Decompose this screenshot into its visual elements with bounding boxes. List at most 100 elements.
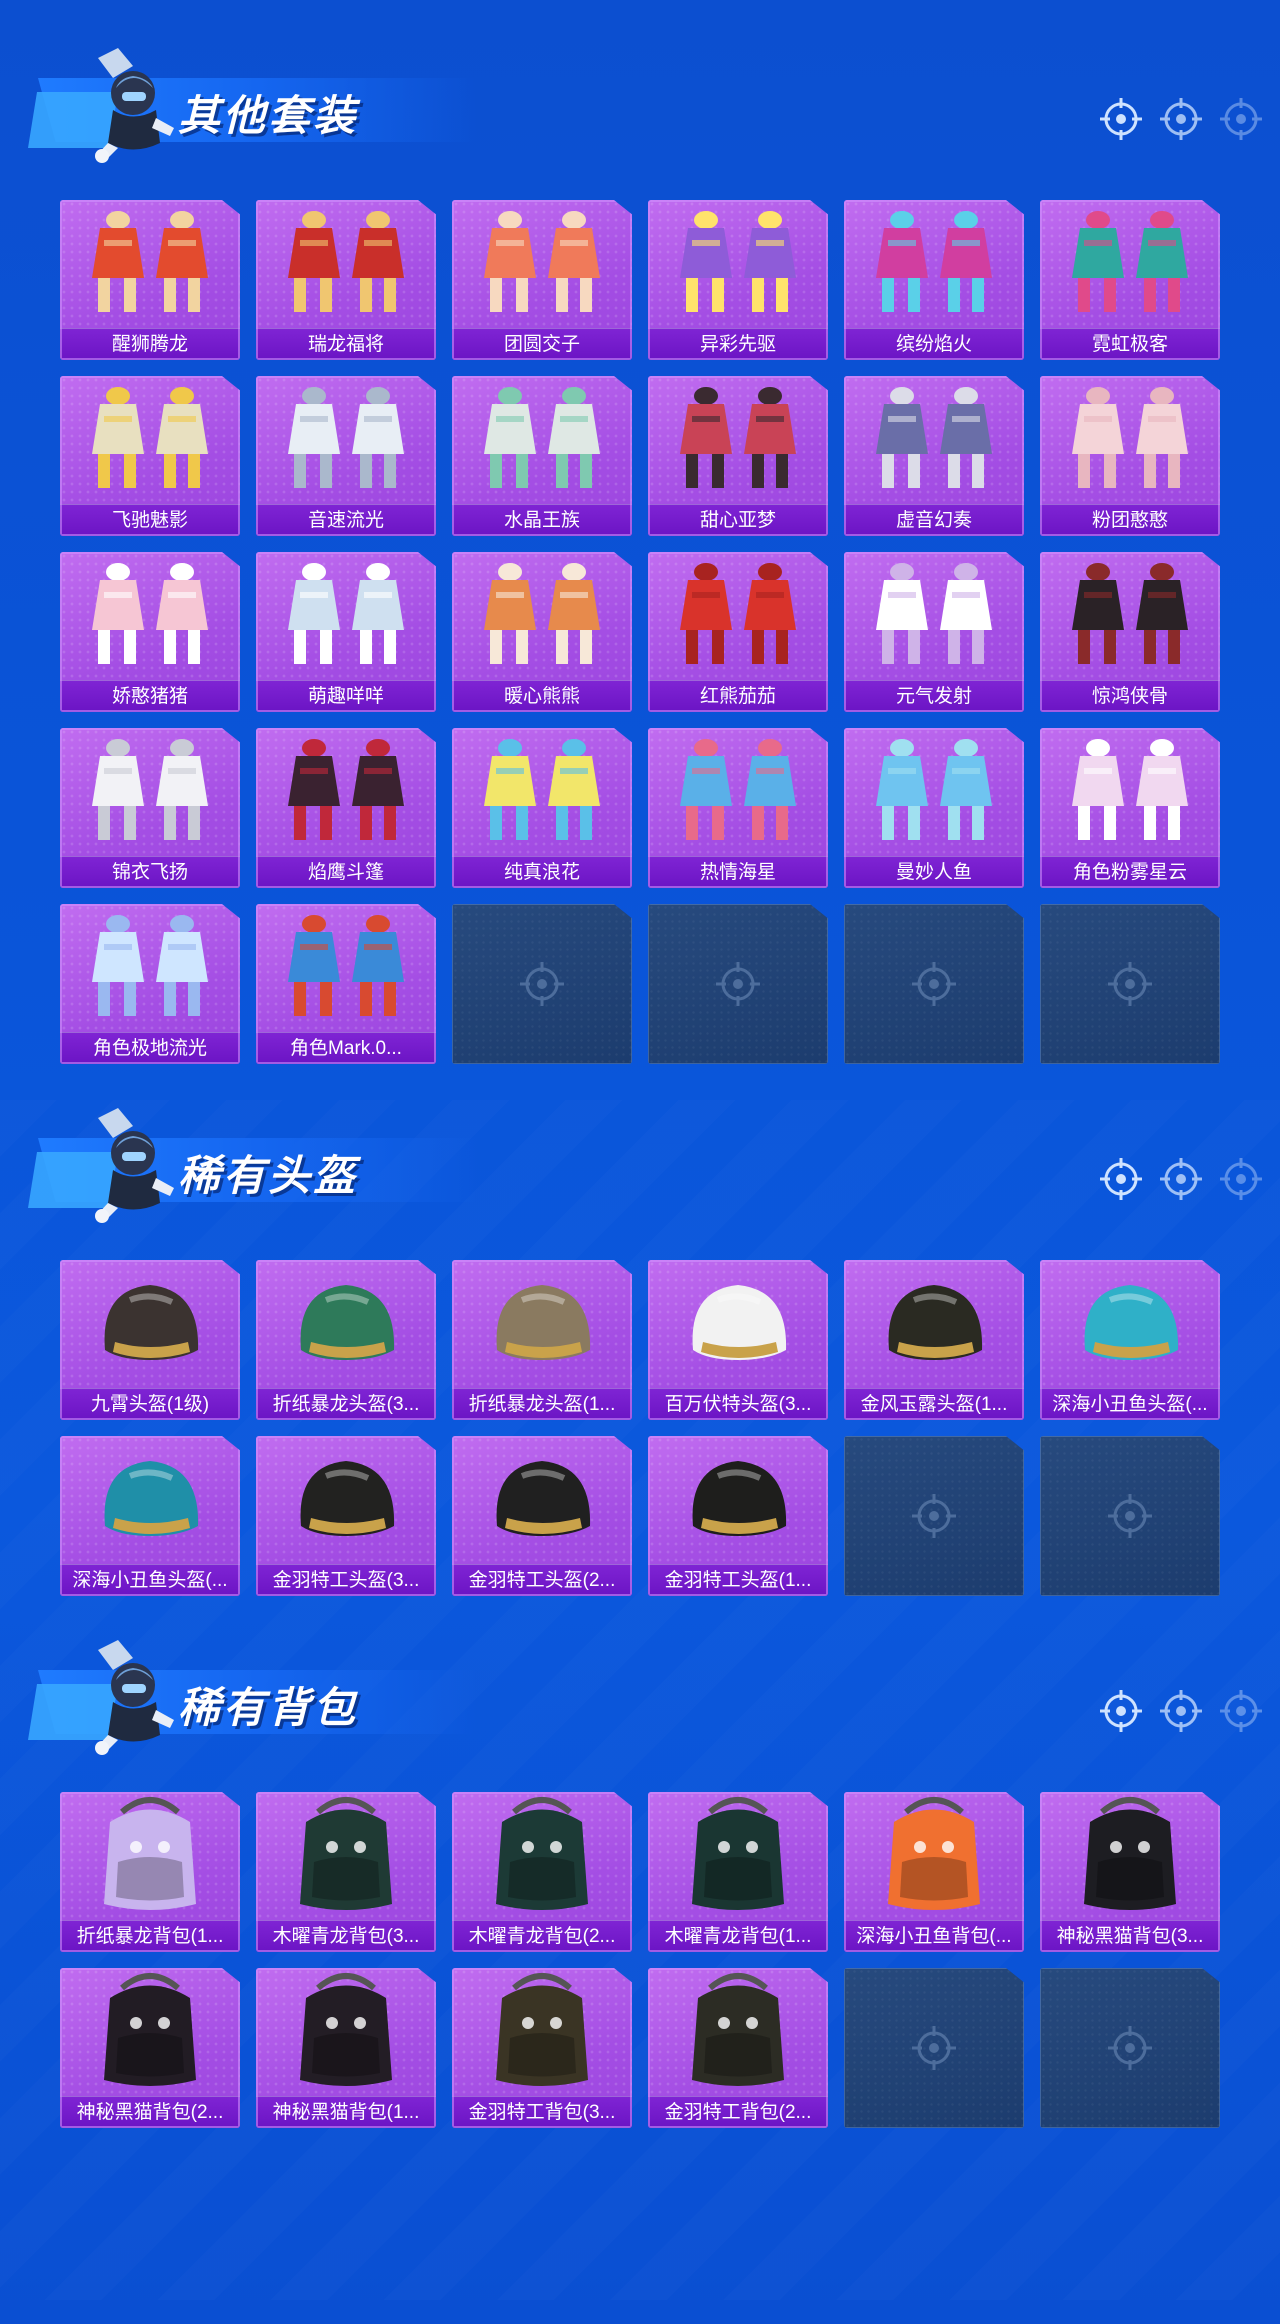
crosshair-icon (1218, 1156, 1264, 1202)
empty-slot (844, 1968, 1024, 2128)
section-header: 稀有头盔 (28, 1100, 1268, 1230)
item-card[interactable]: 音速流光 (256, 376, 436, 536)
item-card[interactable]: 萌趣咩咩 (256, 552, 436, 712)
item-name: 金羽特工背包(3... (452, 2096, 632, 2128)
item-card[interactable]: 暖心熊熊 (452, 552, 632, 712)
item-card[interactable]: 金羽特工头盔(3... (256, 1436, 436, 1596)
item-card[interactable]: 木曜青龙背包(1... (648, 1792, 828, 1952)
item-name: 金羽特工头盔(3... (256, 1564, 436, 1596)
crosshair-icon (909, 1491, 959, 1541)
item-card[interactable]: 曼妙人鱼 (844, 728, 1024, 888)
item-card[interactable]: 甜心亚梦 (648, 376, 828, 536)
item-card[interactable]: 缤纷焰火 (844, 200, 1024, 360)
mascot-icon (78, 1108, 188, 1226)
item-card[interactable]: 粉团憨憨 (1040, 376, 1220, 536)
item-name: 深海小丑鱼头盔(... (60, 1564, 240, 1596)
section-helmets: 稀有头盔 九霄头盔(1级) 折纸暴龙头盔(3... 折纸暴龙头盔(1... 百万… (0, 1100, 1280, 1612)
item-name: 深海小丑鱼头盔(... (1040, 1388, 1220, 1420)
item-name: 甜心亚梦 (648, 504, 828, 536)
item-card[interactable]: 热情海星 (648, 728, 828, 888)
crosshair-icon (1105, 2023, 1155, 2073)
item-name: 粉团憨憨 (1040, 504, 1220, 536)
crosshair-icon (713, 959, 763, 1009)
crosshair-icon (1218, 1688, 1264, 1734)
section-header: 稀有背包 (28, 1632, 1268, 1762)
item-card[interactable]: 折纸暴龙头盔(1... (452, 1260, 632, 1420)
item-card[interactable]: 娇憨猪猪 (60, 552, 240, 712)
crosshair-icon (1158, 96, 1204, 142)
item-card[interactable]: 红熊茄茄 (648, 552, 828, 712)
item-card[interactable]: 木曜青龙背包(3... (256, 1792, 436, 1952)
item-name: 百万伏特头盔(3... (648, 1388, 828, 1420)
item-card[interactable]: 折纸暴龙背包(1... (60, 1792, 240, 1952)
empty-slot (1040, 1968, 1220, 2128)
item-name: 焰鹰斗篷 (256, 856, 436, 888)
item-name: 音速流光 (256, 504, 436, 536)
item-name: 金羽特工头盔(1... (648, 1564, 828, 1596)
item-card[interactable]: 异彩先驱 (648, 200, 828, 360)
item-name: 霓虹极客 (1040, 328, 1220, 360)
item-card[interactable]: 神秘黑猫背包(3... (1040, 1792, 1220, 1952)
item-name: 醒狮腾龙 (60, 328, 240, 360)
item-name: 折纸暴龙头盔(1... (452, 1388, 632, 1420)
item-card[interactable]: 瑞龙福将 (256, 200, 436, 360)
item-name: 团圆交子 (452, 328, 632, 360)
item-card[interactable]: 霓虹极客 (1040, 200, 1220, 360)
crosshair-icon (1105, 1491, 1155, 1541)
empty-slot (1040, 1436, 1220, 1596)
section-title: 其他套装 (178, 92, 359, 139)
item-card[interactable]: 金风玉露头盔(1... (844, 1260, 1024, 1420)
item-card[interactable]: 折纸暴龙头盔(3... (256, 1260, 436, 1420)
item-card[interactable]: 水晶王族 (452, 376, 632, 536)
item-card[interactable]: 百万伏特头盔(3... (648, 1260, 828, 1420)
item-name: 锦衣飞扬 (60, 856, 240, 888)
item-card[interactable]: 惊鸿侠骨 (1040, 552, 1220, 712)
item-name: 娇憨猪猪 (60, 680, 240, 712)
item-card[interactable]: 深海小丑鱼头盔(... (60, 1436, 240, 1596)
item-card[interactable]: 金羽特工背包(2... (648, 1968, 828, 2128)
item-name: 神秘黑猫背包(2... (60, 2096, 240, 2128)
item-grid: 醒狮腾龙 瑞龙福将 团圆交子 异彩先驱 缤纷焰火 霓虹极客 飞驰魅影 音速流光 … (60, 200, 1220, 1064)
item-card[interactable]: 神秘黑猫背包(2... (60, 1968, 240, 2128)
item-name: 木曜青龙背包(2... (452, 1920, 632, 1952)
item-card[interactable]: 木曜青龙背包(2... (452, 1792, 632, 1952)
item-grid: 折纸暴龙背包(1... 木曜青龙背包(3... 木曜青龙背包(2... 木曜青龙… (60, 1792, 1220, 2128)
item-card[interactable]: 九霄头盔(1级) (60, 1260, 240, 1420)
crosshair-icon (1105, 959, 1155, 1009)
item-card[interactable]: 锦衣飞扬 (60, 728, 240, 888)
mascot-icon (78, 1640, 188, 1758)
item-name: 红熊茄茄 (648, 680, 828, 712)
item-card[interactable]: 飞驰魅影 (60, 376, 240, 536)
item-card[interactable]: 团圆交子 (452, 200, 632, 360)
item-card[interactable]: 醒狮腾龙 (60, 200, 240, 360)
item-card[interactable]: 金羽特工头盔(1... (648, 1436, 828, 1596)
item-card[interactable]: 角色极地流光 (60, 904, 240, 1064)
item-card[interactable]: 神秘黑猫背包(1... (256, 1968, 436, 2128)
item-name: 角色Mark.0... (256, 1032, 436, 1064)
empty-slot (844, 904, 1024, 1064)
item-card[interactable]: 纯真浪花 (452, 728, 632, 888)
item-name: 水晶王族 (452, 504, 632, 536)
item-card[interactable]: 深海小丑鱼头盔(... (1040, 1260, 1220, 1420)
mascot-icon (78, 48, 188, 166)
item-name: 木曜青龙背包(3... (256, 1920, 436, 1952)
item-card[interactable]: 焰鹰斗篷 (256, 728, 436, 888)
crosshair-icon (909, 959, 959, 1009)
item-card[interactable]: 金羽特工头盔(2... (452, 1436, 632, 1596)
empty-slot (452, 904, 632, 1064)
item-card[interactable]: 元气发射 (844, 552, 1024, 712)
crosshair-icon (909, 2023, 959, 2073)
item-name: 萌趣咩咩 (256, 680, 436, 712)
crosshair-icon (517, 959, 567, 1009)
item-name: 角色极地流光 (60, 1032, 240, 1064)
item-card[interactable]: 深海小丑鱼背包(... (844, 1792, 1024, 1952)
item-name: 折纸暴龙头盔(3... (256, 1388, 436, 1420)
item-card[interactable]: 角色Mark.0... (256, 904, 436, 1064)
section-outfits: 其他套装 醒狮腾龙 瑞龙福将 团圆交子 异彩先驱 缤纷焰火 霓虹极客 飞驰魅影 … (0, 40, 1280, 1080)
empty-slot (648, 904, 828, 1064)
item-name: 曼妙人鱼 (844, 856, 1024, 888)
item-card[interactable]: 金羽特工背包(3... (452, 1968, 632, 2128)
item-card[interactable]: 角色粉雾星云 (1040, 728, 1220, 888)
crosshair-icon (1098, 1688, 1144, 1734)
item-card[interactable]: 虚音幻奏 (844, 376, 1024, 536)
